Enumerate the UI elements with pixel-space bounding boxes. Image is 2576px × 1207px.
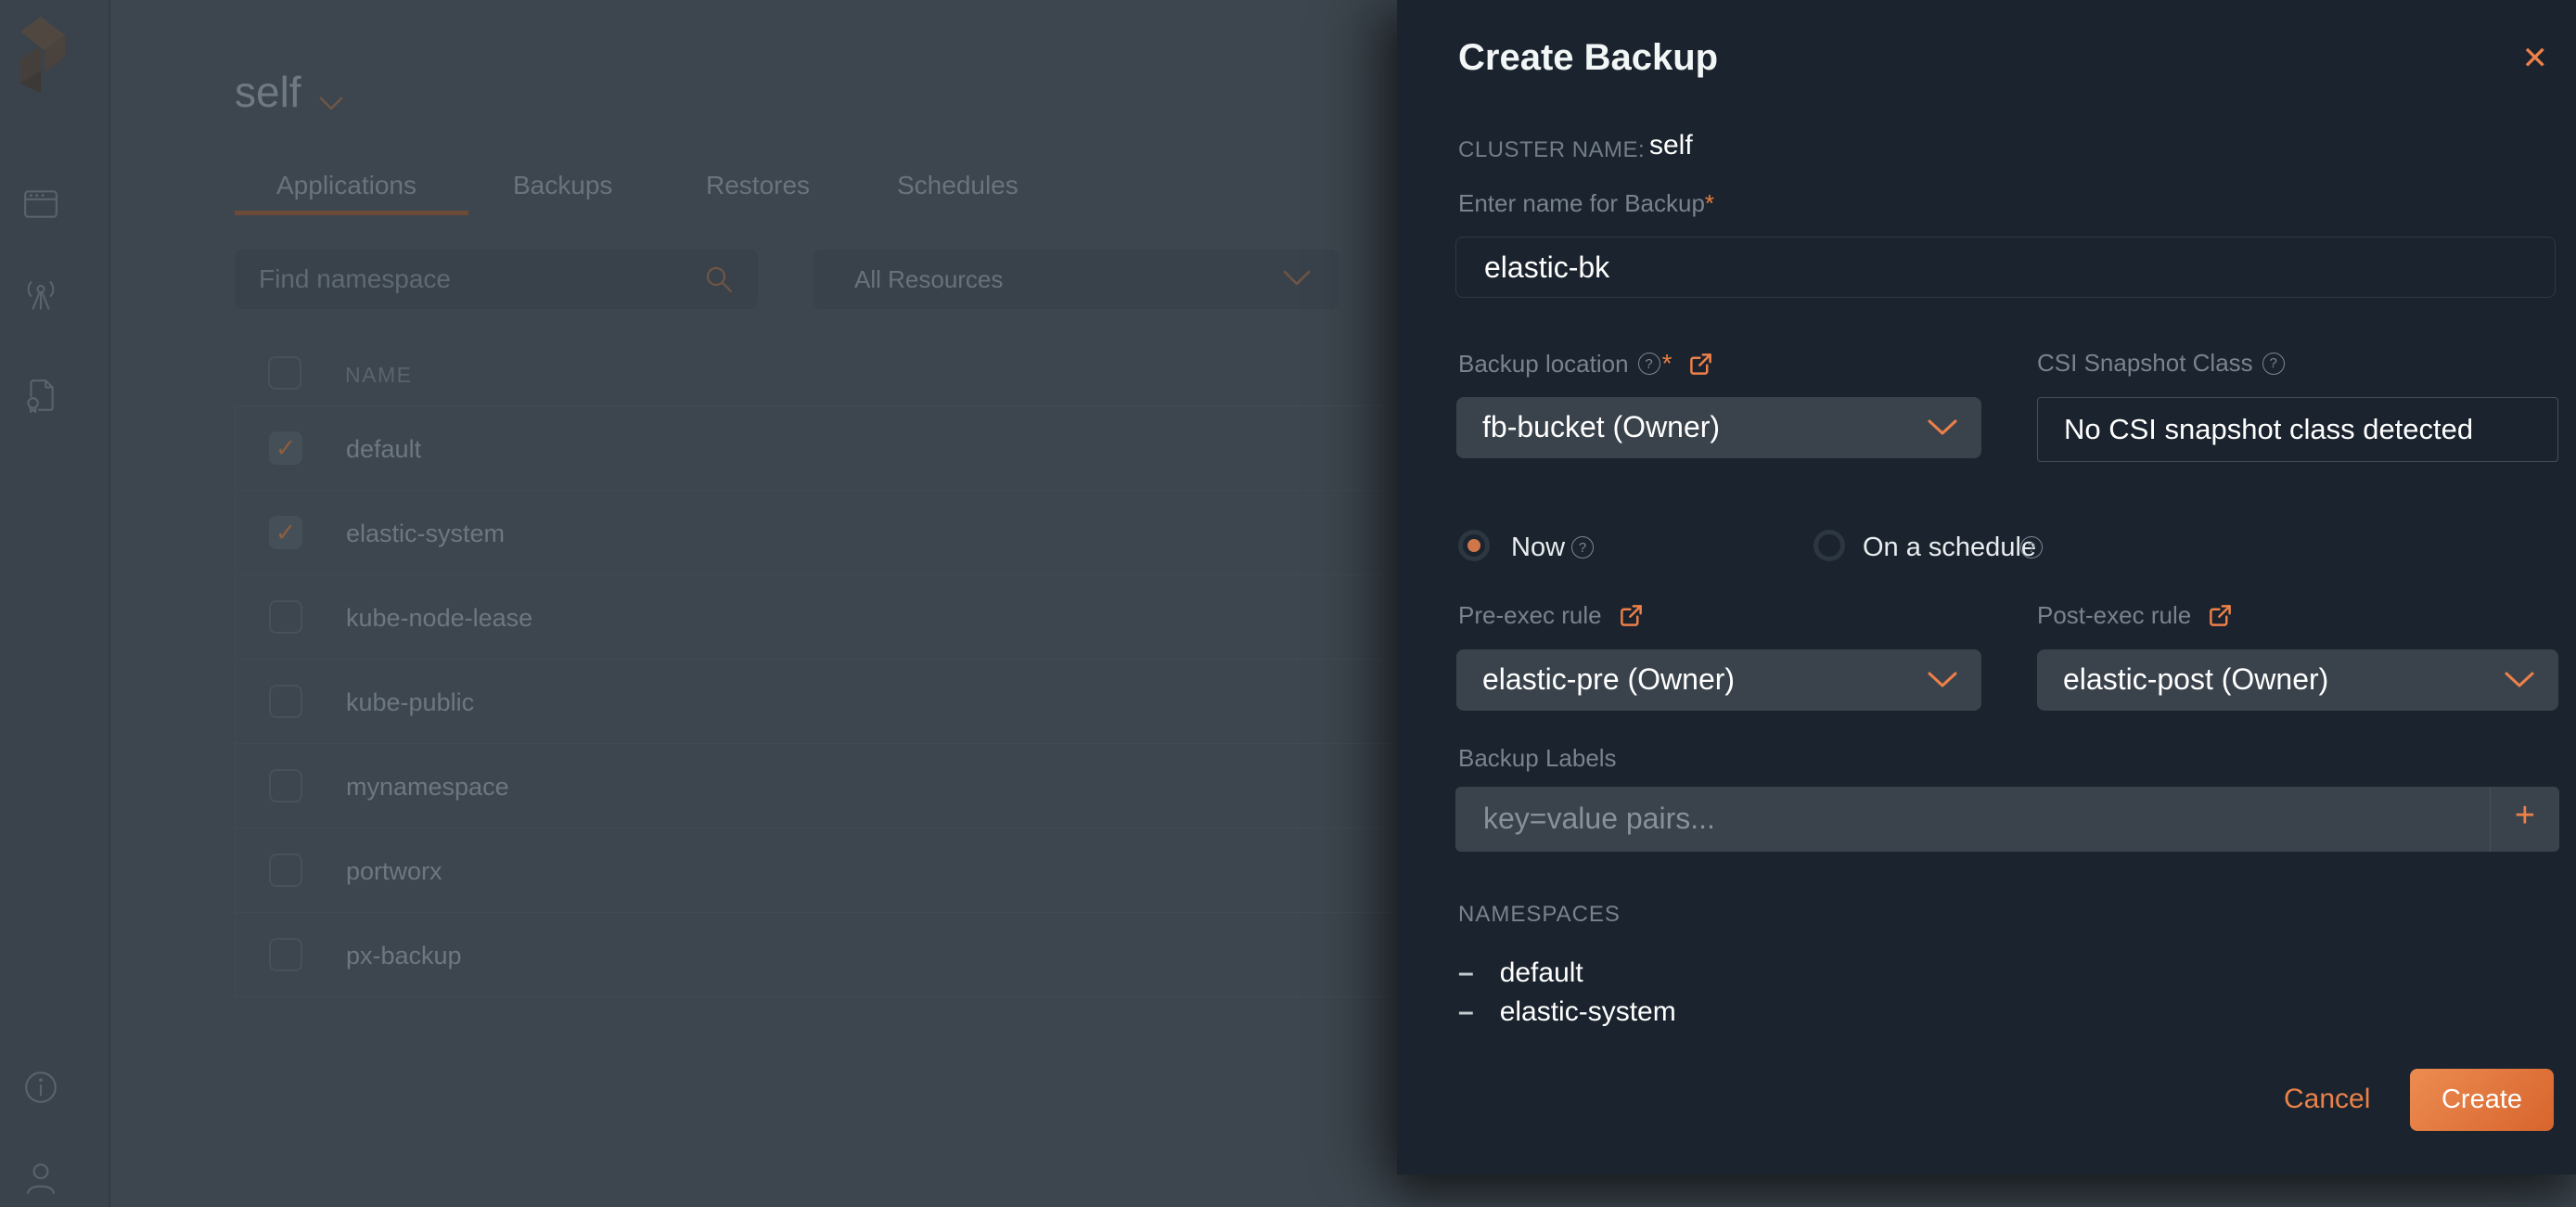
modal-title: Create Backup (1458, 37, 1719, 78)
row-checkbox[interactable] (269, 938, 302, 971)
resources-dropdown-value: All Resources (854, 265, 1004, 293)
select-all-checkbox[interactable] (268, 356, 301, 390)
radio-on-schedule[interactable] (1813, 530, 1845, 561)
dash-icon: – (1458, 957, 1474, 988)
cluster-title: self (235, 68, 301, 116)
namespace-name: px-backup (346, 942, 462, 969)
radio-now-label: Now (1511, 533, 1566, 562)
search-icon (704, 264, 734, 294)
resources-dropdown[interactable]: All Resources (814, 250, 1339, 309)
info-icon[interactable] (22, 1069, 59, 1106)
namespace-name: portworx (346, 857, 442, 885)
row-checkbox[interactable]: ✓ (269, 516, 302, 549)
px-backup-app: self Applications Backups Restores Sched… (0, 0, 2576, 1207)
radio-on-schedule-label: On a schedule (1863, 533, 2037, 562)
user-icon[interactable] (22, 1160, 59, 1197)
post-exec-rule-label: Post-exec rule (2037, 601, 2233, 630)
required-asterisk: * (1704, 189, 1715, 217)
dash-icon: – (1458, 996, 1474, 1027)
radio-now[interactable] (1458, 530, 1490, 561)
help-icon[interactable]: ? (1637, 353, 1660, 375)
tab-backups[interactable]: Backups (513, 171, 612, 200)
backup-name-label: Enter name for Backup* (1458, 189, 1715, 217)
post-exec-rule-value: elastic-post (Owner) (2063, 662, 2329, 696)
help-icon[interactable]: ? (2262, 352, 2285, 375)
create-button[interactable]: Create (2410, 1069, 2554, 1131)
backup-location-value: fb-bucket (Owner) (1482, 410, 1721, 443)
backup-labels-placeholder: key=value pairs... (1483, 802, 1715, 835)
row-checkbox[interactable] (269, 769, 302, 803)
broadcast-antenna-icon[interactable] (22, 277, 59, 315)
cluster-title-chevron-icon[interactable] (319, 96, 343, 111)
input-divider (2490, 787, 2491, 852)
csi-snapshot-class-field[interactable]: No CSI snapshot class detected (2037, 397, 2558, 462)
pre-exec-rule-label: Pre-exec rule (1458, 601, 1644, 630)
row-checkbox[interactable] (269, 685, 302, 718)
cluster-name-value: self (1649, 130, 1693, 161)
backup-location-label: Backup location ? * (1458, 349, 1713, 379)
namespace-name: default (346, 435, 422, 463)
pre-exec-rule-value: elastic-pre (Owner) (1482, 662, 1736, 696)
chevron-down-icon (1928, 672, 1957, 688)
csi-snapshot-class-value: No CSI snapshot class detected (2064, 413, 2474, 445)
row-checkbox[interactable]: ✓ (269, 431, 302, 465)
row-checkbox[interactable] (269, 600, 302, 634)
namespace-name: elastic-system (346, 520, 506, 547)
chevron-down-icon (2505, 672, 2534, 688)
external-link-icon[interactable] (2208, 603, 2233, 628)
post-exec-rule-dropdown[interactable]: elastic-post (Owner) (2037, 649, 2558, 711)
table-row[interactable]: kube-node-lease (236, 575, 1398, 660)
help-icon[interactable]: ? (2020, 536, 2043, 559)
portworx-logo-icon[interactable] (20, 11, 67, 95)
tab-schedules[interactable]: Schedules (897, 171, 1019, 200)
namespace-name: kube-node-lease (346, 604, 533, 632)
namespace-list-item: – elastic-system (1458, 996, 1676, 1027)
namespace-name: kube-public (346, 688, 475, 716)
backup-name-value: elastic-bk (1484, 250, 1610, 284)
namespaces-label: NAMESPACES (1458, 902, 1621, 927)
table-row[interactable]: px-backup (236, 913, 1398, 996)
sidebar (0, 0, 110, 1207)
table-row[interactable]: kube-public (236, 660, 1398, 744)
table-row[interactable]: ✓ default (236, 406, 1398, 491)
table-row[interactable]: mynamespace (236, 744, 1398, 828)
backup-labels-label: Backup Labels (1458, 744, 1617, 772)
backup-labels-input[interactable]: key=value pairs... + (1455, 787, 2559, 852)
csi-snapshot-class-label: CSI Snapshot Class ? (2037, 349, 2285, 378)
namespace-search-placeholder: Find namespace (259, 264, 452, 293)
table-header-name: NAME (345, 363, 413, 387)
backup-name-input[interactable]: elastic-bk (1455, 237, 2556, 298)
create-backup-modal: Create Backup ✕ CLUSTER NAME: self Enter… (1397, 0, 2576, 1175)
help-icon[interactable]: ? (1571, 536, 1594, 559)
active-tab-underline (235, 211, 468, 215)
cancel-button[interactable]: Cancel (2284, 1084, 2370, 1115)
namespace-list-item: – default (1458, 957, 1583, 988)
external-link-icon[interactable] (1619, 603, 1644, 628)
chevron-down-icon (1283, 270, 1311, 287)
namespace-search-input[interactable]: Find namespace (235, 250, 758, 309)
close-icon[interactable]: ✕ (2522, 43, 2549, 74)
table-row[interactable]: portworx (236, 828, 1398, 913)
license-document-icon[interactable] (22, 377, 59, 414)
namespace-table: ✓ default ✓ elastic-system kube-node-lea… (235, 405, 1399, 997)
pre-exec-rule-dropdown[interactable]: elastic-pre (Owner) (1456, 649, 1981, 711)
tab-restores[interactable]: Restores (706, 171, 810, 200)
backup-location-dropdown[interactable]: fb-bucket (Owner) (1456, 397, 1981, 458)
tab-applications[interactable]: Applications (276, 171, 417, 200)
backups-window-icon[interactable] (22, 185, 59, 222)
add-label-button[interactable]: + (2515, 798, 2535, 833)
chevron-down-icon (1928, 419, 1957, 436)
cluster-name-label: CLUSTER NAME: (1458, 137, 1646, 162)
external-link-icon[interactable] (1688, 352, 1713, 377)
namespace-name: mynamespace (346, 773, 509, 801)
row-checkbox[interactable] (269, 854, 302, 887)
table-row[interactable]: ✓ elastic-system (236, 491, 1398, 575)
